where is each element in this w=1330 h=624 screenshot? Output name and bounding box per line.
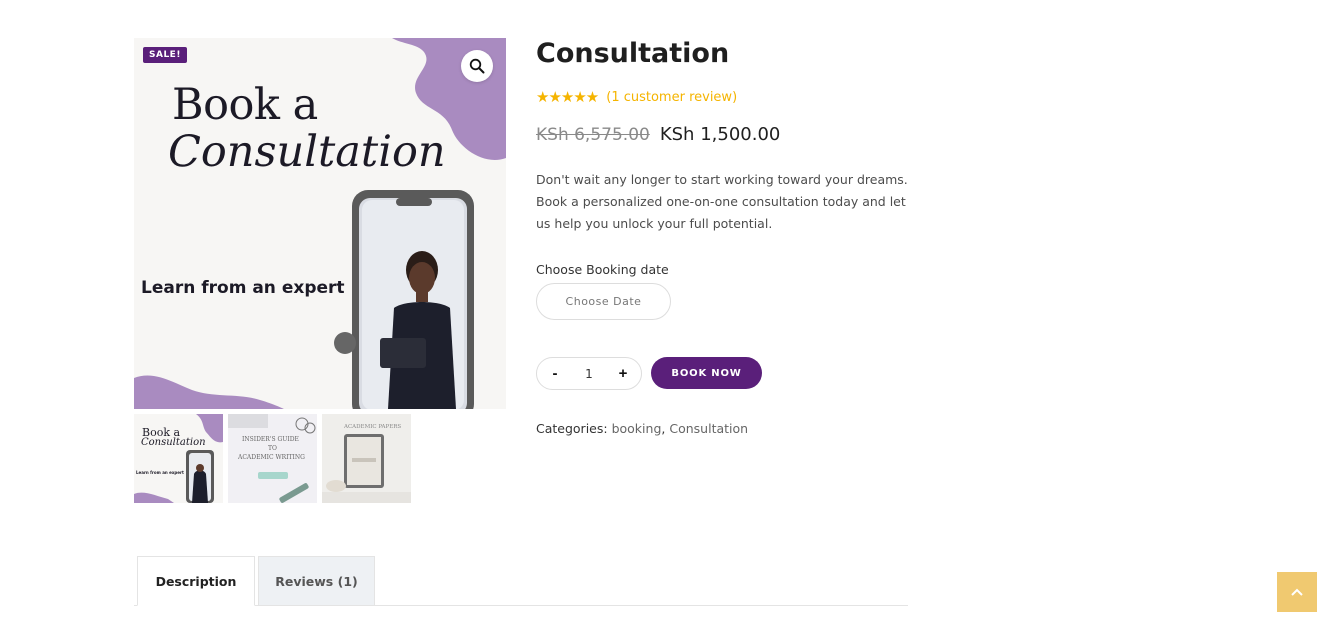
product-main-image[interactable]: SALE! Book a Consultation Learn from an … (134, 38, 506, 409)
star-rating-icon: ★★★★★ (536, 88, 599, 106)
book-now-button[interactable]: BOOK NOW (651, 357, 762, 389)
tab-reviews[interactable]: Reviews (1) (258, 556, 375, 606)
quantity-decrease-button[interactable]: - (547, 365, 563, 382)
phone-illustration (334, 190, 474, 409)
tab-description[interactable]: Description (137, 556, 255, 606)
category-separator: , (661, 421, 666, 436)
chevron-up-icon (1291, 588, 1303, 596)
category-link-consultation[interactable]: Consultation (669, 421, 748, 436)
thumbnail-strip: Book a Consultation Learn from an expert… (134, 414, 411, 503)
quantity-increase-button[interactable]: + (615, 365, 631, 382)
quantity-stepper: - + (536, 357, 642, 390)
booking-date-label: Choose Booking date (536, 262, 669, 277)
choose-date-button[interactable]: Choose Date (536, 283, 671, 320)
magnifier-icon (469, 58, 485, 74)
sale-badge: SALE! (143, 47, 187, 63)
product-rating: ★★★★★ (1 customer review) (536, 88, 737, 106)
old-price: KSh 6,575.00 (536, 125, 650, 145)
product-short-description: Don't wait any longer to start working t… (536, 172, 908, 231)
thumbnail-academic-papers[interactable]: ACADEMIC PAPERS (322, 414, 411, 503)
zoom-button[interactable] (461, 50, 493, 82)
sale-price: KSh 1,500.00 (659, 124, 781, 145)
scroll-to-top-button[interactable] (1277, 572, 1317, 612)
product-title: Consultation (536, 38, 730, 69)
categories-label: Categories: (536, 421, 608, 436)
product-categories: Categories: booking, Consultation (536, 421, 748, 436)
product-price: KSh 6,575.00 KSh 1,500.00 (536, 124, 780, 145)
thumbnail-consultation[interactable]: Book a Consultation Learn from an expert (134, 414, 223, 503)
thumbnail-academic-writing[interactable]: INSIDER'S GUIDE TO ACADEMIC WRITING (228, 414, 317, 503)
quantity-input[interactable] (572, 366, 606, 381)
category-link-booking[interactable]: booking (612, 421, 662, 436)
customer-review-link[interactable]: (1 customer review) (606, 90, 737, 105)
